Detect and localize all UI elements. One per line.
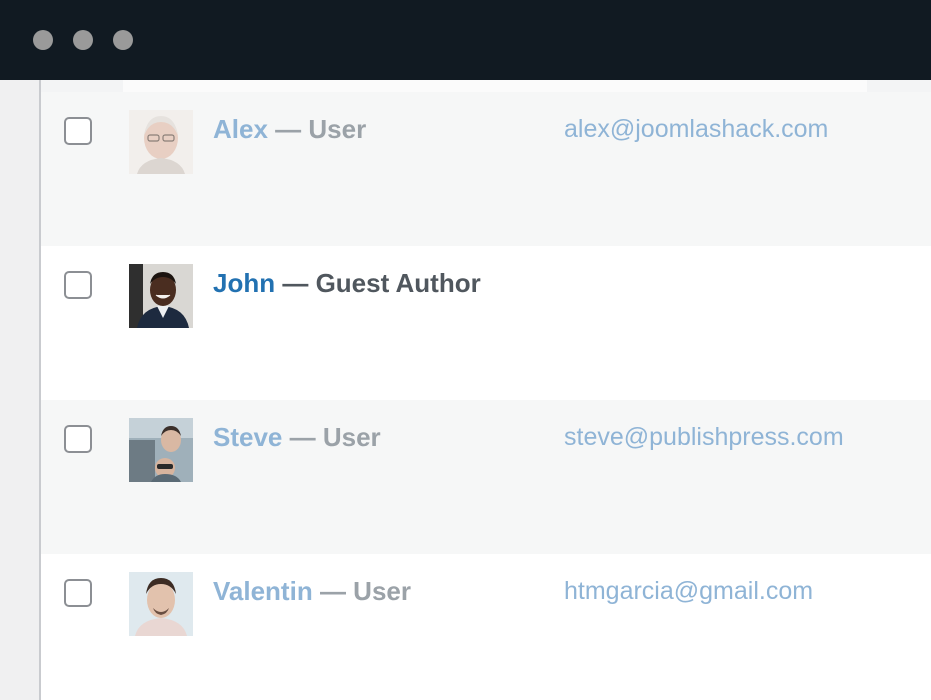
user-role: — User xyxy=(275,114,367,144)
user-avatar xyxy=(129,418,193,482)
user-avatar xyxy=(129,572,193,636)
window-close-dot[interactable] xyxy=(33,30,53,50)
row-select-checkbox[interactable] xyxy=(64,271,92,299)
table-row: John — Guest Author xyxy=(41,246,931,400)
table-header xyxy=(41,80,931,92)
user-avatar xyxy=(129,110,193,174)
user-name-line: Steve — User xyxy=(213,422,381,452)
user-name-line: Alex — User xyxy=(213,114,366,144)
user-name-link[interactable]: Valentin xyxy=(213,576,313,606)
table-row: Alex — User alex@joomlashack.com xyxy=(41,92,931,246)
user-email-link[interactable]: alex@joomlashack.com xyxy=(564,114,828,144)
user-name-line: Valentin — User xyxy=(213,576,411,606)
user-avatar xyxy=(129,264,193,328)
user-name-link[interactable]: Alex xyxy=(213,114,268,144)
window-maximize-dot[interactable] xyxy=(113,30,133,50)
user-name-link[interactable]: Steve xyxy=(213,422,282,452)
window-minimize-dot[interactable] xyxy=(73,30,93,50)
row-select-checkbox[interactable] xyxy=(64,579,92,607)
user-name-link[interactable]: John xyxy=(213,268,275,298)
user-role: — User xyxy=(289,422,381,452)
row-select-checkbox[interactable] xyxy=(64,117,92,145)
user-email-link[interactable]: htmgarcia@gmail.com xyxy=(564,576,813,606)
user-email-link[interactable]: steve@publishpress.com xyxy=(564,422,844,452)
row-select-checkbox[interactable] xyxy=(64,425,92,453)
table-row: Steve — User steve@publishpress.com xyxy=(41,400,931,554)
window-titlebar xyxy=(0,0,931,80)
user-role: — Guest Author xyxy=(282,268,481,298)
user-name-line: John — Guest Author xyxy=(213,268,481,298)
user-role: — User xyxy=(319,576,411,606)
users-table: Alex — User alex@joomlashack.com John — … xyxy=(41,92,931,700)
table-row: Valentin — User htmgarcia@gmail.com xyxy=(41,554,931,700)
admin-sidebar-edge xyxy=(0,80,39,700)
